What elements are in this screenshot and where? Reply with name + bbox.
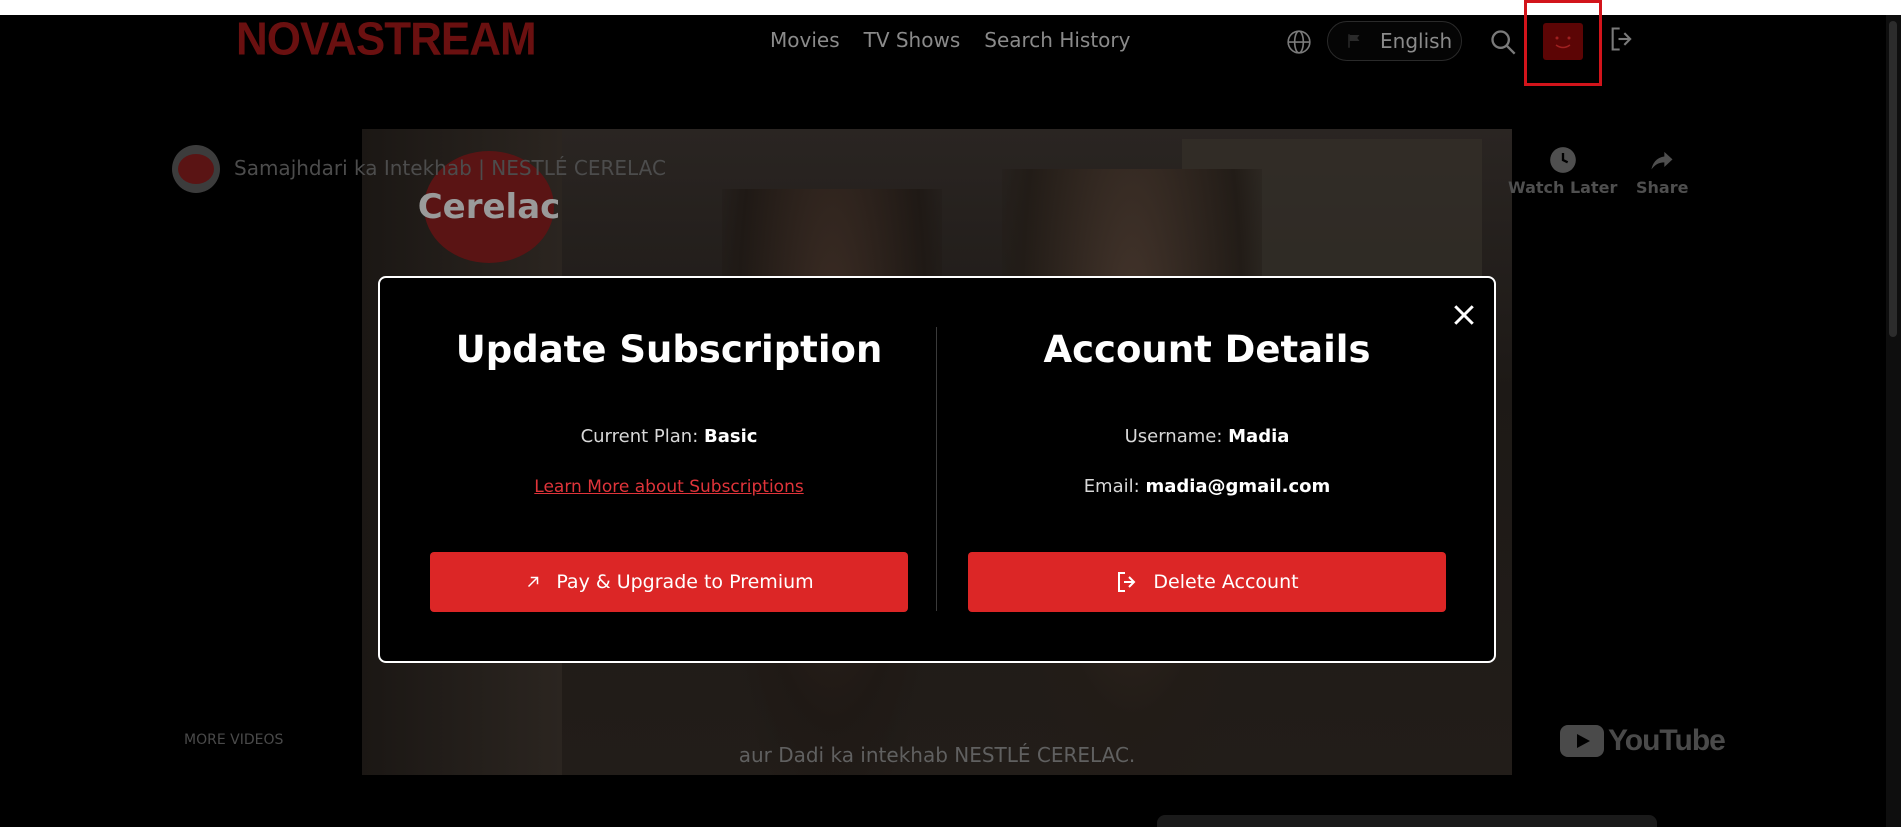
email-row: Email: madia@gmail.com xyxy=(1083,476,1331,497)
youtube-play-icon xyxy=(1560,725,1604,757)
modal-divider xyxy=(936,327,937,611)
browser-top-strip xyxy=(0,0,1901,15)
nav-search-history[interactable]: Search History xyxy=(984,28,1130,52)
top-navbar: NOVASTREAM Movies TV Shows Search Histor… xyxy=(0,0,1886,86)
account-modal: Update Subscription Current Plan: Basic … xyxy=(378,276,1496,663)
learn-more-link[interactable]: Learn More about Subscriptions xyxy=(534,477,803,497)
delete-account-button[interactable]: Delete Account xyxy=(968,552,1446,612)
scrollbar-thumb[interactable] xyxy=(1889,21,1897,337)
video-subtitle: aur Dadi ka intekhab NESTLÉ CERELAC. xyxy=(738,743,1136,767)
external-arrow-icon xyxy=(528,576,539,588)
page-scrollbar[interactable] xyxy=(1886,15,1901,827)
username-value: Madia xyxy=(1228,426,1290,447)
language-label: English xyxy=(1380,29,1453,53)
learn-more-row: Learn More about Subscriptions xyxy=(430,476,908,497)
share-button[interactable]: Share xyxy=(1636,146,1688,197)
recommended-card[interactable] xyxy=(1157,815,1657,827)
share-icon xyxy=(1651,151,1673,170)
more-videos-label[interactable]: MORE VIDEOS xyxy=(184,732,283,748)
video-title[interactable]: Samajhdari ka Intekhab | NESTLÉ CERELAC xyxy=(234,156,666,180)
channel-avatar[interactable] xyxy=(172,145,220,193)
subscription-title: Update Subscription xyxy=(455,328,883,371)
profile-highlight-box xyxy=(1524,0,1602,86)
logout-icon xyxy=(1118,572,1136,592)
close-icon[interactable] xyxy=(1449,300,1479,330)
current-plan: Current Plan: Basic xyxy=(580,426,758,447)
flag-icon xyxy=(1348,34,1360,48)
username-row: Username: Madia xyxy=(1124,426,1290,447)
search-icon[interactable] xyxy=(1489,28,1517,56)
email-value: madia@gmail.com xyxy=(1145,476,1331,497)
youtube-logo[interactable]: YouTube xyxy=(1560,724,1726,758)
site-logo[interactable]: NOVASTREAM xyxy=(236,14,537,67)
upgrade-premium-button[interactable]: Pay & Upgrade to Premium xyxy=(430,552,908,612)
avatar[interactable] xyxy=(1543,23,1583,60)
language-selector[interactable]: English xyxy=(1327,21,1462,61)
watch-later-button[interactable]: Watch Later xyxy=(1508,146,1617,197)
page: Cerelac aur Dadi ka intekhab NESTLÉ CERE… xyxy=(0,0,1901,827)
globe-icon[interactable] xyxy=(1286,29,1312,55)
clock-icon xyxy=(1549,147,1576,173)
main-nav: Movies TV Shows Search History xyxy=(770,28,1154,52)
logout-icon[interactable] xyxy=(1607,25,1637,53)
current-plan-value: Basic xyxy=(704,426,758,447)
smiley-icon xyxy=(1555,36,1571,49)
account-title: Account Details xyxy=(1043,328,1371,371)
nav-movies[interactable]: Movies xyxy=(770,28,840,52)
nav-tv-shows[interactable]: TV Shows xyxy=(864,28,961,52)
